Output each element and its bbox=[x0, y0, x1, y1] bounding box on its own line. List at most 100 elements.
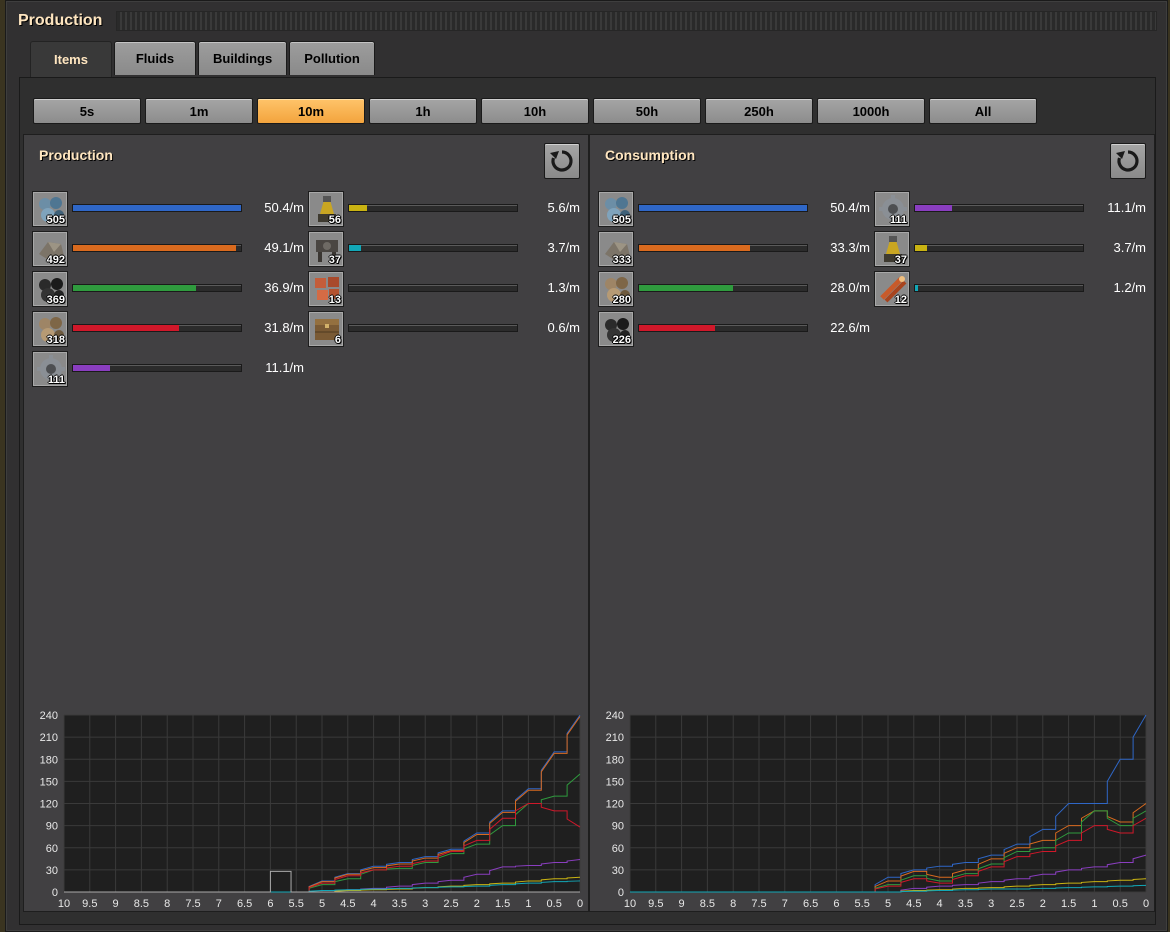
prod-x-tick: 6 bbox=[267, 898, 273, 910]
iron-gear-icon[interactable]: 111 bbox=[874, 191, 910, 227]
cons-x-tick: 8 bbox=[730, 898, 736, 910]
consumption-item-row[interactable]: 333 33.3/m bbox=[598, 231, 870, 267]
prod-y-tick: 180 bbox=[40, 754, 58, 766]
production-item-row[interactable]: 505 50.4/m bbox=[32, 191, 304, 227]
time-range-bar: 5s 1m 10m 1h 10h 50h 250h 1000h All bbox=[33, 98, 1037, 124]
cons-x-tick: 3 bbox=[988, 898, 994, 910]
copper-plate-icon[interactable]: 13 bbox=[308, 271, 344, 307]
time-button-250h[interactable]: 250h bbox=[705, 98, 813, 124]
burner-inserter-icon[interactable]: 37 bbox=[874, 231, 910, 267]
wooden-chest-icon[interactable]: 6 bbox=[308, 311, 344, 347]
coal-icon[interactable]: 369 bbox=[32, 271, 68, 307]
consumption-reset-button[interactable] bbox=[1110, 143, 1146, 179]
cons-y-tick: 60 bbox=[612, 843, 624, 855]
cons-y-tick: 0 bbox=[618, 887, 624, 899]
rate-bar-fill bbox=[349, 245, 361, 251]
coal-icon[interactable]: 226 bbox=[598, 311, 634, 347]
consumption-title: Consumption bbox=[605, 147, 696, 163]
production-item-row[interactable]: 111 11.1/m bbox=[32, 351, 304, 387]
tab-pollution[interactable]: Pollution bbox=[289, 41, 375, 75]
time-button-10m[interactable]: 10m bbox=[257, 98, 365, 124]
rate-bar bbox=[914, 204, 1084, 212]
rate-bar-fill bbox=[73, 285, 196, 291]
consumption-item-row[interactable]: 37 3.7/m bbox=[874, 231, 1146, 267]
stone-icon[interactable]: 492 bbox=[32, 231, 68, 267]
reset-icon bbox=[550, 150, 573, 172]
iron-ore-icon[interactable]: 505 bbox=[598, 191, 634, 227]
rate-bar bbox=[72, 324, 242, 332]
cons-x-tick: 0.5 bbox=[1113, 898, 1128, 910]
tab-items[interactable]: Items bbox=[30, 41, 112, 77]
prod-x-tick: 8.5 bbox=[134, 898, 149, 910]
consumption-item-row[interactable]: 111 11.1/m bbox=[874, 191, 1146, 227]
rate-bar bbox=[638, 204, 808, 212]
consumption-item-row[interactable]: 505 50.4/m bbox=[598, 191, 870, 227]
tab-fluids[interactable]: Fluids bbox=[114, 41, 196, 75]
production-reset-button[interactable] bbox=[544, 143, 580, 179]
cons-y-tick: 90 bbox=[612, 821, 624, 833]
consumption-graph[interactable]: 10 9.5 9 8.5 8 7.5 7 6.5 6 5.5 5 4.5 4 3.5 3 2.5 2 1.5 1 0.… bbox=[590, 703, 1154, 911]
production-item-row[interactable]: 492 49.1/m bbox=[32, 231, 304, 267]
rate-bar bbox=[72, 244, 242, 252]
cons-x-tick: 6 bbox=[833, 898, 839, 910]
prod-x-tick: 3 bbox=[422, 898, 428, 910]
time-button-all[interactable]: All bbox=[929, 98, 1037, 124]
time-button-1000h[interactable]: 1000h bbox=[817, 98, 925, 124]
rate-bar-fill bbox=[73, 245, 236, 251]
cons-x-tick: 6.5 bbox=[803, 898, 818, 910]
cons-y-tick: 240 bbox=[606, 710, 624, 722]
rate-bar-fill bbox=[639, 325, 715, 331]
copper-ore-icon[interactable]: 280 bbox=[598, 271, 634, 307]
stone-icon[interactable]: 333 bbox=[598, 231, 634, 267]
cons-x-tick: 7.5 bbox=[751, 898, 766, 910]
rate-value: 28.0/m bbox=[830, 280, 870, 295]
burner-mining-drill-icon[interactable]: 37 bbox=[308, 231, 344, 267]
rate-value: 33.3/m bbox=[830, 240, 870, 255]
prod-x-tick: 5 bbox=[319, 898, 325, 910]
rate-bar bbox=[348, 204, 518, 212]
item-count: 492 bbox=[46, 254, 65, 266]
rate-bar-fill bbox=[73, 205, 241, 211]
cons-x-tick: 7 bbox=[782, 898, 788, 910]
cons-x-tick: 1.5 bbox=[1061, 898, 1076, 910]
tab-bar: Items Fluids Buildings Pollution bbox=[30, 41, 375, 77]
item-count: 333 bbox=[612, 254, 631, 266]
production-graph-svg: 10 9.5 9 8.5 8 7.5 7 6.5 6 5.5 5 4.5 4 3.5 3 2.5 2 1.5 1 0.… bbox=[40, 710, 583, 910]
prod-x-tick: 7 bbox=[216, 898, 222, 910]
production-item-row[interactable]: 13 1.3/m bbox=[308, 271, 580, 307]
production-item-row[interactable]: 56 5.6/m bbox=[308, 191, 580, 227]
rate-bar bbox=[638, 284, 808, 292]
time-button-10h[interactable]: 10h bbox=[481, 98, 589, 124]
iron-gear-icon[interactable]: 111 bbox=[32, 351, 68, 387]
production-item-row[interactable]: 6 0.6/m bbox=[308, 311, 580, 347]
time-button-1m[interactable]: 1m bbox=[145, 98, 253, 124]
consumption-graph-svg: 10 9.5 9 8.5 8 7.5 7 6.5 6 5.5 5 4.5 4 3.5 3 2.5 2 1.5 1 0.… bbox=[606, 710, 1149, 910]
burner-inserter-icon[interactable]: 56 bbox=[308, 191, 344, 227]
copper-ore-icon[interactable]: 318 bbox=[32, 311, 68, 347]
drag-handle[interactable] bbox=[116, 11, 1157, 31]
time-button-1h[interactable]: 1h bbox=[369, 98, 477, 124]
production-item-row[interactable]: 318 31.8/m bbox=[32, 311, 304, 347]
item-count: 37 bbox=[328, 254, 341, 266]
titlebar[interactable]: Production bbox=[6, 1, 1167, 41]
cons-x-tick: 5 bbox=[885, 898, 891, 910]
copper-cable-icon[interactable]: 12 bbox=[874, 271, 910, 307]
consumption-item-row[interactable]: 12 1.2/m bbox=[874, 271, 1146, 307]
item-count: 56 bbox=[328, 214, 341, 226]
item-count: 505 bbox=[46, 214, 65, 226]
tab-buildings[interactable]: Buildings bbox=[198, 41, 288, 75]
iron-ore-icon[interactable]: 505 bbox=[32, 191, 68, 227]
cons-x-tick: 4 bbox=[937, 898, 943, 910]
cons-x-tick: 2.5 bbox=[1009, 898, 1024, 910]
rate-bar-fill bbox=[915, 245, 927, 251]
time-button-50h[interactable]: 50h bbox=[593, 98, 701, 124]
production-graph[interactable]: 10 9.5 9 8.5 8 7.5 7 6.5 6 5.5 5 4.5 4 3.5 3 2.5 2 1.5 1 0.… bbox=[24, 703, 588, 911]
consumption-item-row[interactable]: 226 22.6/m bbox=[598, 311, 870, 347]
prod-x-tick: 0 bbox=[577, 898, 583, 910]
production-item-row[interactable]: 37 3.7/m bbox=[308, 231, 580, 267]
production-item-row[interactable]: 369 36.9/m bbox=[32, 271, 304, 307]
item-count: 505 bbox=[612, 214, 631, 226]
rate-bar bbox=[72, 364, 242, 372]
time-button-5s[interactable]: 5s bbox=[33, 98, 141, 124]
consumption-item-row[interactable]: 280 28.0/m bbox=[598, 271, 870, 307]
